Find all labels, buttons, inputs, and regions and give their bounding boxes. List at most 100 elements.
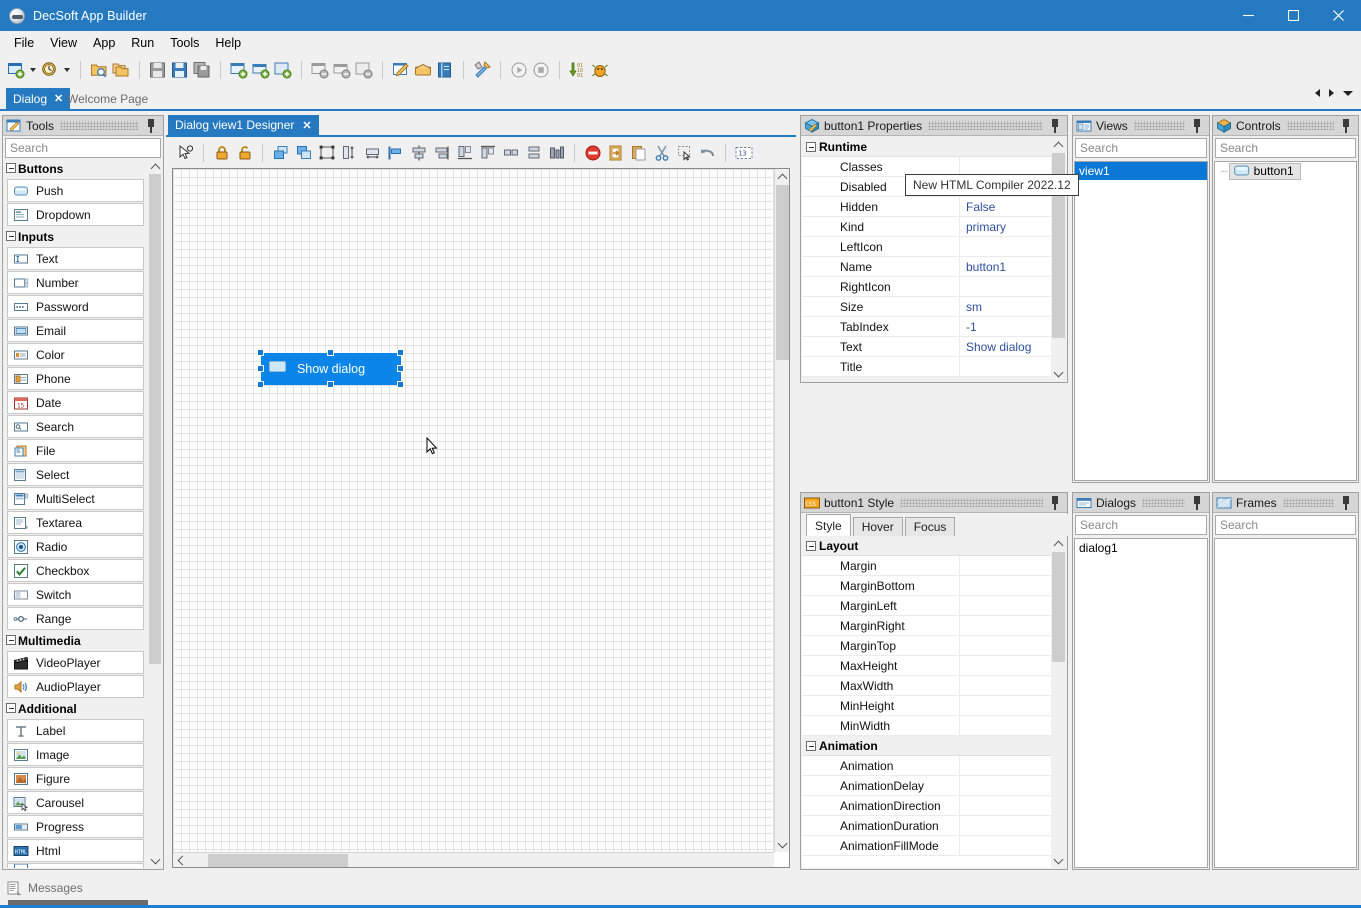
size-width-icon[interactable]	[338, 142, 361, 165]
paste-icon[interactable]	[627, 142, 650, 165]
canvas-vscroll-thumb[interactable]	[776, 185, 789, 360]
new-project-dropdown-arrow[interactable]	[27, 59, 39, 81]
tool-search[interactable]: Search	[7, 415, 144, 438]
stop-icon[interactable]	[530, 59, 552, 81]
resize-handle-e[interactable]	[397, 365, 404, 372]
recent-projects-dropdown-arrow[interactable]	[61, 59, 73, 81]
tools-group-buttons[interactable]: Buttons	[4, 159, 148, 178]
tools-panel-drag-dots[interactable]	[60, 121, 139, 130]
style-row-margintop[interactable]: MarginTop	[802, 636, 1051, 656]
tool-textarea[interactable]: Textarea	[7, 511, 144, 534]
dialogs-panel-drag-dots[interactable]	[1142, 498, 1185, 507]
resources-icon[interactable]	[412, 59, 434, 81]
designer-tab-close-icon[interactable]: ✕	[302, 119, 311, 132]
distribute-horizontal-icon[interactable]	[499, 142, 522, 165]
property-value[interactable]: primary	[960, 217, 1051, 236]
options-icon[interactable]	[471, 59, 493, 81]
menu-view[interactable]: View	[42, 33, 85, 53]
style-row-minheight[interactable]: MinHeight	[802, 696, 1051, 716]
tools-panel-pin-icon[interactable]	[145, 118, 157, 133]
new-project-icon[interactable]	[5, 59, 27, 81]
style-row-animationdirection[interactable]: AnimationDirection	[802, 796, 1051, 816]
tool-label[interactable]: Label	[7, 719, 144, 742]
dialogs-tree[interactable]: dialog1	[1074, 538, 1208, 868]
controls-panel-pin-icon[interactable]	[1340, 118, 1352, 133]
tool-image[interactable]: Image	[7, 743, 144, 766]
resize-handle-s[interactable]	[327, 381, 334, 388]
property-value[interactable]: False	[960, 197, 1051, 216]
menu-tools[interactable]: Tools	[162, 33, 207, 53]
resize-handle-n[interactable]	[327, 349, 334, 356]
tools-scroll-up-icon[interactable]	[148, 159, 162, 174]
edit-code-icon[interactable]	[390, 59, 412, 81]
controls-tree[interactable]: ┈ button1	[1214, 161, 1357, 481]
tools-scroll-track[interactable]	[148, 174, 162, 853]
dialogs-search-input[interactable]: Search	[1075, 515, 1207, 535]
tool-select[interactable]: Select	[7, 463, 144, 486]
property-value[interactable]: -1	[960, 317, 1051, 336]
property-value[interactable]	[960, 277, 1051, 296]
remove-view-icon[interactable]	[309, 59, 331, 81]
tool-switch[interactable]: Switch	[7, 583, 144, 606]
style-group-layout[interactable]: Layout	[802, 536, 1051, 556]
tab-welcome-page[interactable]: Welcome Page	[60, 88, 155, 109]
style-value[interactable]	[960, 616, 1051, 635]
align-right-icon[interactable]	[430, 142, 453, 165]
property-group-runtime[interactable]: Runtime	[802, 137, 1051, 157]
property-row-text[interactable]: Text Show dialog	[802, 337, 1051, 357]
tab-list-icon[interactable]	[1343, 90, 1353, 96]
style-panel-pin-icon[interactable]	[1049, 495, 1061, 510]
add-frame-icon[interactable]	[272, 59, 294, 81]
undo-icon[interactable]	[696, 142, 719, 165]
property-group-designtime[interactable]: Designtime	[802, 377, 1051, 381]
canvas-horizontal-scrollbar[interactable]	[173, 852, 774, 867]
tool-email[interactable]: Email	[7, 319, 144, 342]
style-value[interactable]	[960, 556, 1051, 575]
tab-hover[interactable]: Hover	[852, 517, 903, 536]
collapse-icon[interactable]	[6, 635, 16, 645]
controls-search-input[interactable]: Search	[1215, 138, 1356, 158]
controls-item-button1[interactable]: button1	[1228, 162, 1301, 180]
style-value[interactable]	[960, 776, 1051, 795]
select-tool-icon[interactable]	[174, 142, 197, 165]
style-row-marginleft[interactable]: MarginLeft	[802, 596, 1051, 616]
tool-checkbox[interactable]: Checkbox	[7, 559, 144, 582]
unlock-icon[interactable]	[233, 142, 256, 165]
style-value[interactable]	[960, 816, 1051, 835]
canvas-vertical-scrollbar[interactable]	[774, 169, 789, 852]
resize-handle-w[interactable]	[257, 365, 264, 372]
collapse-icon[interactable]	[806, 741, 816, 751]
tool-progress[interactable]: Progress	[7, 815, 144, 838]
frames-search-input[interactable]: Search	[1215, 515, 1356, 535]
dialogs-panel-pin-icon[interactable]	[1191, 495, 1203, 510]
maximize-button[interactable]	[1271, 0, 1316, 31]
tool-audioplayer[interactable]: AudioPlayer	[7, 675, 144, 698]
tool-color[interactable]: Color	[7, 343, 144, 366]
tool-figure[interactable]: Figure	[7, 767, 144, 790]
collapse-icon[interactable]	[806, 541, 816, 551]
style-group-animation[interactable]: Animation	[802, 736, 1051, 756]
properties-panel-pin-icon[interactable]	[1049, 118, 1061, 133]
property-row-righticon[interactable]: RightIcon	[802, 277, 1051, 297]
designer-tab[interactable]: Dialog view1 Designer ✕	[168, 115, 319, 135]
tools-group-multimedia[interactable]: Multimedia	[4, 631, 148, 650]
style-value[interactable]	[960, 656, 1051, 675]
save-icon[interactable]	[147, 59, 169, 81]
minimize-button[interactable]	[1226, 0, 1271, 31]
style-row-maxwidth[interactable]: MaxWidth	[802, 676, 1051, 696]
tools-scroll-thumb[interactable]	[149, 174, 161, 664]
style-value[interactable]	[960, 676, 1051, 695]
run-icon[interactable]	[508, 59, 530, 81]
style-scroll-up-icon[interactable]	[1051, 536, 1065, 551]
property-row-name[interactable]: Name button1	[802, 257, 1051, 277]
tool-password[interactable]: Password	[7, 295, 144, 318]
recent-projects-icon[interactable]	[39, 59, 61, 81]
resize-handle-sw[interactable]	[257, 381, 264, 388]
tools-group-additional[interactable]: Additional	[4, 699, 148, 718]
views-search-input[interactable]: Search	[1075, 138, 1207, 158]
style-row-maxheight[interactable]: MaxHeight	[802, 656, 1051, 676]
tool-file[interactable]: File	[7, 439, 144, 462]
style-value[interactable]	[960, 636, 1051, 655]
menu-app[interactable]: App	[85, 33, 123, 53]
bring-to-front-icon[interactable]	[269, 142, 292, 165]
